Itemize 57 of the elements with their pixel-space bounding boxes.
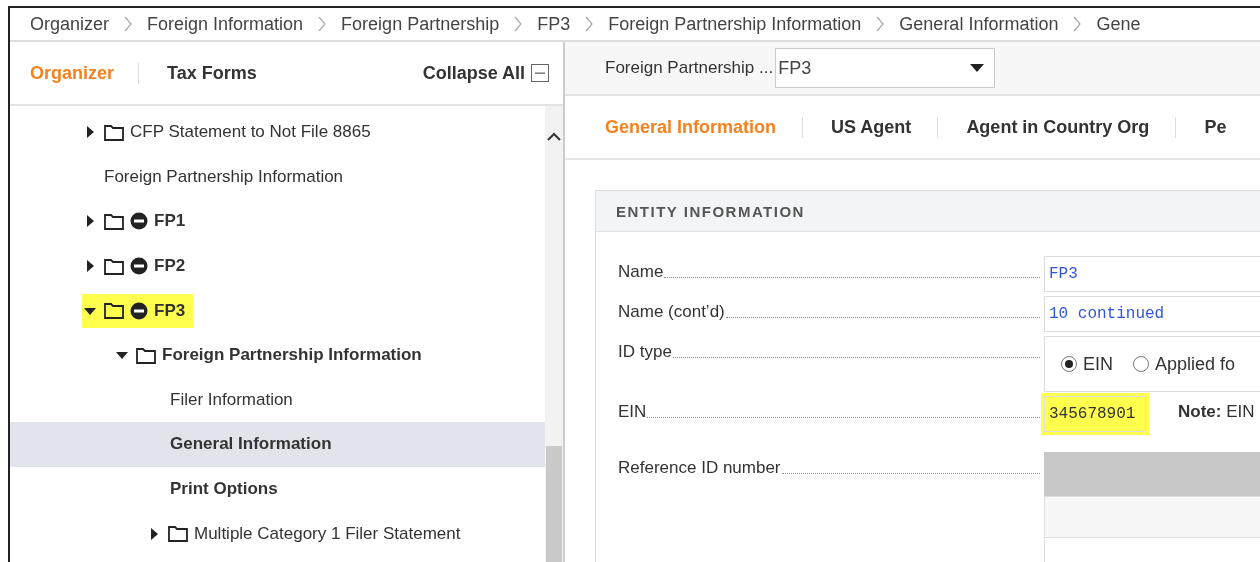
input-field[interactable]: FP3 xyxy=(1044,256,1260,292)
chevron-right-icon xyxy=(875,14,886,34)
sidebar-tab[interactable]: Tax Forms xyxy=(138,62,281,84)
field-label: Name (cont’d) xyxy=(618,302,725,322)
input-field[interactable] xyxy=(1044,496,1260,538)
tree-item[interactable]: Filer Information xyxy=(170,382,301,417)
field-label: EIN xyxy=(618,402,647,422)
folder-icon xyxy=(104,213,124,230)
tree-item[interactable]: FP3 xyxy=(82,293,194,328)
collapse-all-button[interactable]: Collapse All xyxy=(422,62,549,84)
breadcrumb-link[interactable]: FP3 xyxy=(537,13,571,35)
folder-icon xyxy=(104,302,124,320)
breadcrumb-link[interactable]: General Information xyxy=(899,13,1059,35)
form-tab[interactable]: Agent in Country Org xyxy=(937,116,1176,138)
form-tab[interactable]: US Agent xyxy=(802,116,938,138)
radio-option[interactable]: Applied fo xyxy=(1133,353,1236,375)
input-field[interactable]: 345678901 xyxy=(1044,396,1146,432)
chevron-right-icon xyxy=(123,14,134,34)
breadcrumb-link[interactable]: Organizer xyxy=(30,13,110,35)
chevron-right-icon xyxy=(584,14,595,34)
radio-label: Applied fo xyxy=(1155,353,1236,375)
breadcrumb-link[interactable]: Foreign Partnership xyxy=(341,13,500,35)
tree-item[interactable]: Multiple Category 1 Filer Statement xyxy=(146,516,469,551)
entity-dropdown[interactable]: FP3 xyxy=(775,48,996,88)
folder-icon xyxy=(104,257,124,275)
radio-option[interactable]: EIN xyxy=(1061,353,1113,375)
chevron-right-icon xyxy=(513,14,524,34)
tree-item[interactable]: CFP Statement to Not File 8865 xyxy=(82,115,379,150)
tree-item[interactable]: Foreign Partnership Information xyxy=(104,159,352,194)
field-label: Name xyxy=(618,262,664,282)
folder-icon xyxy=(104,123,124,141)
chevron-right-icon xyxy=(1072,14,1083,34)
tree-item[interactable]: FP2 xyxy=(82,249,194,284)
input-field[interactable]: 10 continued xyxy=(1044,296,1260,332)
breadcrumb-link[interactable]: Foreign Information xyxy=(147,13,304,35)
form-tab[interactable]: Pe xyxy=(1175,116,1253,138)
scrollbar[interactable] xyxy=(545,106,563,562)
folder-icon xyxy=(136,346,156,364)
radio-label: EIN xyxy=(1083,353,1113,375)
selector-label: Foreign Partnership ... xyxy=(605,58,774,78)
section-title: ENTITY INFORMATION xyxy=(596,191,1260,232)
caret-down-icon xyxy=(970,64,985,72)
radio-button[interactable] xyxy=(1061,356,1077,372)
field-note: Note: EIN xyxy=(1178,401,1255,422)
chevron-up-icon[interactable] xyxy=(547,132,561,142)
radio-button[interactable] xyxy=(1133,356,1149,372)
tree-item[interactable]: Print Options xyxy=(170,472,286,507)
breadcrumb-link[interactable]: Gene xyxy=(1096,13,1141,35)
chevron-right-icon xyxy=(317,14,328,34)
tree-item[interactable]: FP1 xyxy=(82,204,194,239)
field-label: Reference ID number xyxy=(618,458,781,478)
scrollbar-thumb[interactable] xyxy=(546,446,562,562)
tree-item[interactable]: Foreign Partnership Information xyxy=(114,338,430,373)
collapse-icon xyxy=(531,64,549,82)
field-label: ID type xyxy=(618,342,672,362)
folder-icon xyxy=(168,525,188,543)
breadcrumb-link[interactable]: Foreign Partnership Information xyxy=(608,13,862,35)
